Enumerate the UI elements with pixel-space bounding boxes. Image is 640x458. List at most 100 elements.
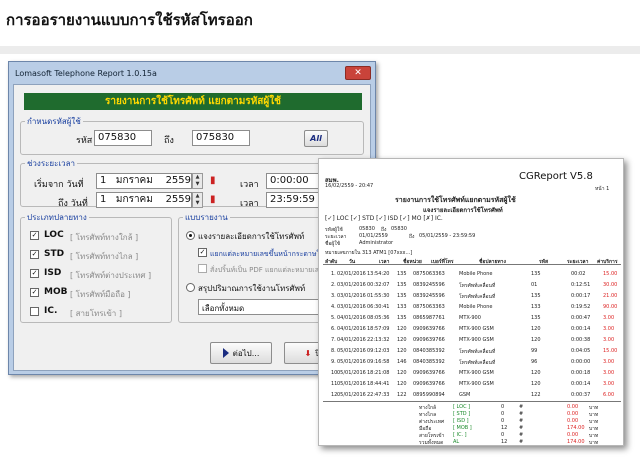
end-time-label: เวลา — [240, 199, 259, 209]
std-code: STD — [44, 249, 65, 259]
total-cell: 0.00 — [567, 411, 579, 417]
table-cell: 01:55:30 — [367, 293, 390, 299]
table-cell: 0:19:52 — [571, 304, 591, 310]
table-cell: MTX-900 GSM — [459, 370, 494, 376]
table-cell: 133 — [397, 304, 407, 310]
total-cell: # — [519, 432, 524, 438]
total-cell: [ MOB ] — [453, 425, 472, 431]
col-header: ระยะเวลา — [567, 259, 589, 265]
report-type-legend: แบบรายงาน — [185, 213, 228, 222]
start-time-label: เวลา — [240, 180, 259, 190]
table-cell: 13:54:20 — [367, 271, 390, 277]
pdf-label: สั่งปริ้นท์เป็น PDF แยกแต่ละหมายเลข — [210, 266, 324, 274]
all-users-button[interactable]: All — [304, 130, 328, 147]
table-cell: 00:02 — [571, 271, 586, 277]
total-cell: [ IC. ] — [453, 432, 467, 438]
table-cell: 03/01/2016 — [337, 293, 366, 299]
next-button[interactable]: ต่อไป... — [210, 342, 272, 364]
table-cell: โทรศัพท์เคลื่อนที่ — [459, 349, 496, 355]
isd-code: ISD — [44, 268, 62, 278]
user-code-from-input[interactable]: 075830 — [94, 130, 152, 146]
end-date-spinner[interactable]: ▲ ▼ — [192, 192, 203, 208]
table-cell: 120 — [397, 370, 407, 376]
summary-select[interactable]: เลือกทั้งหมด ▼ — [198, 299, 338, 315]
exit-icon: ⬇ — [304, 348, 312, 358]
total-cell: 12 — [501, 425, 508, 431]
separate-page-label: แยกแต่ละหมายเลขขึ้นหน้ากระดาษใหม่ — [210, 250, 330, 258]
summary-report-radio[interactable] — [186, 283, 195, 292]
table-row: 12. 05/01/2016 22:47:33 122 0895990894 GSM 122… — [323, 390, 621, 401]
table-cell: 02/01/2016 — [337, 271, 366, 277]
end-day: 1 — [100, 194, 107, 205]
close-icon[interactable]: ✕ — [345, 66, 371, 80]
pdf-checkbox[interactable] — [198, 264, 207, 273]
report-period-end-label: ถึง — [409, 234, 415, 240]
table-cell: 0:04:05 — [571, 348, 591, 354]
table-cell: 3.00 — [603, 381, 615, 387]
total-cell: 12 — [501, 439, 508, 445]
loc-desc: [ โทรศัพท์ทางใกล้ ] — [70, 233, 139, 242]
report-summary: หมายเลขภายใน 313 ATM1 [07xxx...] — [325, 250, 413, 256]
table-row: 9. 05/01/2016 09:16:58 146 0840385392 โทรศัพท… — [323, 357, 621, 368]
table-cell: 8. — [331, 348, 336, 354]
start-year: 2559 — [165, 175, 192, 186]
table-cell: MTX-900 GSM — [459, 337, 494, 343]
table-cell: 03/01/2016 — [337, 282, 366, 288]
isd-checkbox[interactable]: ✓ — [30, 269, 39, 278]
window-titlebar[interactable]: Lomasoft Telephone Report 1.0.15a ✕ — [9, 62, 375, 84]
separate-page-checkbox[interactable]: ✓ — [198, 248, 207, 257]
table-row: 4. 03/01/2016 06:30:41 133 0875063363 Mobile … — [323, 302, 621, 313]
start-date-input[interactable]: 1 มกราคม 2559 — [96, 173, 192, 189]
col-header: รหัส — [539, 259, 549, 265]
mob-checkbox[interactable]: ✓ — [30, 288, 39, 297]
report-product: CGReport V5.8 — [519, 171, 593, 182]
table-cell: 0875063363 — [413, 271, 445, 277]
report-user-to: 05830 — [391, 226, 407, 232]
table-cell: MTX-900 — [459, 315, 481, 321]
table-cell: 06:30:41 — [367, 304, 390, 310]
table-cell: 09:12:03 — [367, 348, 390, 354]
total-cell: รวมทั้งหมด — [419, 440, 444, 446]
table-cell: 122 — [531, 392, 541, 398]
table-cell: 0:12:51 — [571, 282, 591, 288]
table-cell: 0895990894 — [413, 392, 445, 398]
start-time-input[interactable]: 0:00:00 — [266, 173, 326, 189]
table-cell: 0:00:37 — [571, 392, 591, 398]
end-date-label: ถึง วันที่ — [58, 199, 88, 209]
table-cell: 120 — [531, 370, 541, 376]
header-divider — [0, 46, 640, 54]
table-cell: 04/01/2016 — [337, 337, 366, 343]
table-cell: 03/01/2016 — [337, 304, 366, 310]
ic-checkbox[interactable] — [30, 307, 39, 316]
start-month: มกราคม — [115, 175, 153, 186]
total-cell: 174.00 — [567, 439, 585, 445]
report-divider — [323, 401, 621, 402]
end-date-input[interactable]: 1 มกราคม 2559 — [96, 192, 192, 208]
table-cell: 120 — [531, 381, 541, 387]
table-cell: 04/01/2016 — [337, 315, 366, 321]
mob-desc: [ โทรศัพท์มือถือ ] — [70, 290, 131, 299]
user-code-to-input[interactable]: 075830 — [192, 130, 250, 146]
table-cell: 90.00 — [603, 304, 618, 310]
report-period-end: 05/01/2559 - 23:59:59 — [419, 233, 476, 239]
table-cell: โทรศัพท์เคลื่อนที่ — [459, 360, 496, 366]
loc-checkbox[interactable]: ✓ — [30, 231, 39, 240]
std-checkbox[interactable]: ✓ — [30, 250, 39, 259]
detail-report-radio[interactable] — [186, 231, 195, 240]
user-code-to-label: ถึง — [164, 136, 174, 146]
table-cell: 9. — [331, 359, 336, 365]
table-cell: 05/01/2016 — [337, 392, 366, 398]
table-cell: 0:00:14 — [571, 326, 591, 332]
loc-code: LOC — [44, 230, 64, 240]
total-cell: 0.00 — [567, 404, 579, 410]
report-period-start: 01/01/2559 — [359, 233, 388, 239]
end-time-input[interactable]: 23:59:59 — [266, 192, 326, 208]
start-calendar-icon[interactable]: ▮ — [210, 175, 218, 187]
report-table-header: ลำดับ วัน เวลา ชื่อหน่วย เบอร์ที่โทร ชื่… — [323, 257, 621, 265]
start-date-spinner[interactable]: ▲ ▼ — [192, 173, 203, 189]
end-calendar-icon[interactable]: ▮ — [210, 194, 218, 206]
total-cell: [ ISD ] — [453, 418, 469, 424]
total-cell: AL — [453, 439, 460, 445]
col-header: เบอร์ที่โทร — [431, 259, 454, 265]
user-code-legend: กำหนดรหัสผู้ใช้ — [27, 117, 81, 126]
